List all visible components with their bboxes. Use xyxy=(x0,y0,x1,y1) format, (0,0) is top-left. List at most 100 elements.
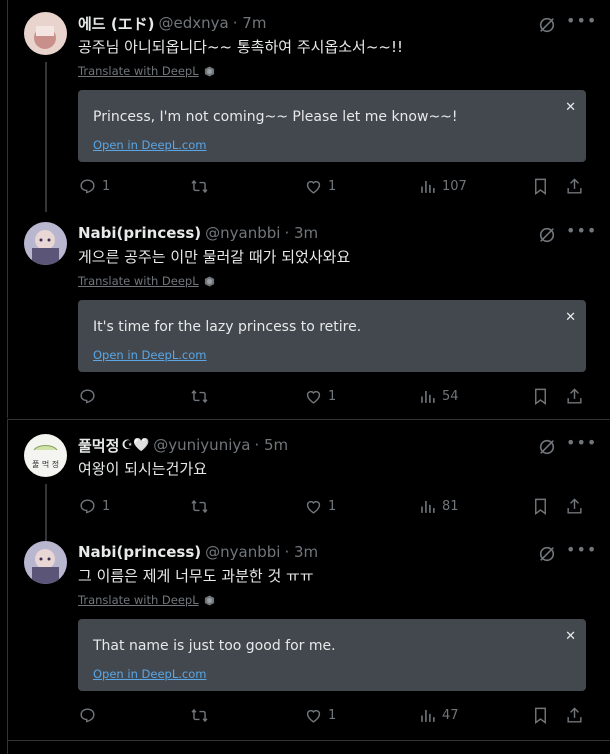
more-icon[interactable]: ••• xyxy=(566,12,596,34)
like-button[interactable]: 1 xyxy=(304,385,336,407)
share-icon xyxy=(567,497,582,514)
tweet-text: 여왕이 되시는건가요 xyxy=(78,460,207,478)
retweet-icon xyxy=(191,389,208,403)
avatar[interactable] xyxy=(24,222,67,265)
translate-label[interactable]: Translate with DeepL xyxy=(78,274,199,288)
views-button[interactable]: 81 xyxy=(418,495,459,517)
translation-text: It's time for the lazy princess to retir… xyxy=(93,319,362,335)
bookmark-button[interactable] xyxy=(531,704,550,726)
like-button[interactable]: 1 xyxy=(304,704,336,726)
views-button[interactable]: 47 xyxy=(418,704,459,726)
retweet-button[interactable] xyxy=(190,704,214,726)
translation-box: It's time for the lazy princess to retir… xyxy=(78,300,586,372)
user-handle[interactable]: @nyanbbi xyxy=(205,543,280,561)
tweet-actions: 1 54 xyxy=(78,385,588,407)
open-deepl-link[interactable]: Open in DeepL.com xyxy=(93,348,206,362)
deepl-icon xyxy=(204,594,214,606)
translate-link[interactable]: Translate with DeepL xyxy=(78,593,215,607)
deepl-icon xyxy=(204,65,214,77)
close-icon[interactable]: ✕ xyxy=(565,629,576,644)
avatar[interactable] xyxy=(24,541,67,584)
views-count: 107 xyxy=(442,178,467,194)
timestamp[interactable]: · 3m xyxy=(284,543,318,561)
reply-icon xyxy=(80,498,95,513)
thread-line xyxy=(45,484,47,542)
translation-text: That name is just too good for me. xyxy=(93,638,336,654)
retweet-button[interactable] xyxy=(190,175,214,197)
tweet[interactable]: 풀 먹 정 풀먹정 ☪🤍 @yuniyuniya · 5m ••• 여왕이 되시… xyxy=(8,434,610,542)
thread-line xyxy=(45,62,47,212)
reply-button[interactable]: 1 xyxy=(78,495,110,517)
translate-link[interactable]: Translate with DeepL xyxy=(78,64,215,78)
open-deepl-link[interactable]: Open in DeepL.com xyxy=(93,138,206,152)
display-name[interactable]: 에드 (エド) xyxy=(78,13,155,34)
like-count: 1 xyxy=(328,178,337,194)
tweet-text: 그 이름은 제게 너무도 과분한 것 ㅠㅠ xyxy=(78,567,314,585)
reply-count: 1 xyxy=(102,498,111,514)
retweet-button[interactable] xyxy=(190,385,214,407)
views-count: 81 xyxy=(442,498,459,514)
timestamp[interactable]: · 3m xyxy=(284,224,318,242)
share-icon xyxy=(567,387,582,404)
tweet[interactable]: Nabi(princess) @nyanbbi · 3m ••• 그 이름은 제… xyxy=(8,541,610,731)
share-button[interactable] xyxy=(565,704,584,726)
like-count: 1 xyxy=(328,707,337,723)
display-name[interactable]: Nabi(princess) xyxy=(78,543,201,561)
like-button[interactable]: 1 xyxy=(304,495,336,517)
more-icon[interactable]: ••• xyxy=(566,541,596,563)
close-icon[interactable]: ✕ xyxy=(565,100,576,115)
reply-icon xyxy=(80,178,95,193)
translate-link[interactable]: Translate with DeepL xyxy=(78,274,215,288)
grok-icon[interactable] xyxy=(538,16,556,34)
user-handle[interactable]: @yuniyuniya xyxy=(153,436,250,454)
reply-button[interactable] xyxy=(78,385,102,407)
reply-button[interactable] xyxy=(78,704,102,726)
views-icon xyxy=(421,500,435,513)
translation-box: That name is just too good for me. Open … xyxy=(78,619,586,691)
tweet-header: 풀먹정 ☪🤍 @yuniyuniya · 5m xyxy=(78,434,288,456)
share-button[interactable] xyxy=(565,495,584,517)
more-icon[interactable]: ••• xyxy=(566,434,596,456)
avatar[interactable]: 풀 먹 정 xyxy=(24,434,67,477)
translation-text: Princess, I'm not coming~~ Please let me… xyxy=(93,109,458,125)
like-count: 1 xyxy=(328,498,337,514)
retweet-icon xyxy=(191,499,208,513)
grok-icon[interactable] xyxy=(538,545,556,563)
user-handle[interactable]: @edxnya xyxy=(159,14,229,32)
views-button[interactable]: 107 xyxy=(418,175,467,197)
display-name[interactable]: Nabi(princess) xyxy=(78,224,201,242)
like-icon xyxy=(306,709,321,723)
share-button[interactable] xyxy=(565,385,584,407)
views-button[interactable]: 54 xyxy=(418,385,459,407)
bookmark-button[interactable] xyxy=(531,175,550,197)
like-button[interactable]: 1 xyxy=(304,175,336,197)
user-handle[interactable]: @nyanbbi xyxy=(205,224,280,242)
tweet[interactable]: 에드 (エド) @edxnya · 7m ••• 공주님 아니되옵니다~~ 통촉… xyxy=(8,12,610,212)
retweet-button[interactable] xyxy=(190,495,214,517)
timestamp[interactable]: · 7m xyxy=(233,14,267,32)
views-icon xyxy=(421,709,435,722)
tweet-header: Nabi(princess) @nyanbbi · 3m xyxy=(78,541,318,563)
bookmark-button[interactable] xyxy=(531,495,550,517)
grok-icon[interactable] xyxy=(538,226,556,244)
tweet[interactable]: Nabi(princess) @nyanbbi · 3m ••• 게으른 공주는… xyxy=(8,222,610,412)
bookmark-button[interactable] xyxy=(531,385,550,407)
display-name[interactable]: 풀먹정 xyxy=(78,435,119,456)
close-icon[interactable]: ✕ xyxy=(565,310,576,325)
retweet-icon xyxy=(191,179,208,193)
deepl-icon xyxy=(204,275,214,287)
translation-box: Princess, I'm not coming~~ Please let me… xyxy=(78,90,586,162)
more-icon[interactable]: ••• xyxy=(566,222,596,244)
tweet-actions: 1 47 xyxy=(78,704,588,726)
open-deepl-link[interactable]: Open in DeepL.com xyxy=(93,667,206,681)
share-button[interactable] xyxy=(565,175,584,197)
bookmark-icon xyxy=(535,178,546,195)
retweet-icon xyxy=(191,708,208,722)
tweet-text: 공주님 아니되옵니다~~ 통촉하여 주시옵소서~~!! xyxy=(78,38,404,56)
translate-label[interactable]: Translate with DeepL xyxy=(78,593,199,607)
translate-label[interactable]: Translate with DeepL xyxy=(78,64,199,78)
grok-icon[interactable] xyxy=(538,438,556,456)
reply-button[interactable]: 1 xyxy=(78,175,110,197)
avatar[interactable] xyxy=(24,12,67,55)
timestamp[interactable]: · 5m xyxy=(254,436,288,454)
